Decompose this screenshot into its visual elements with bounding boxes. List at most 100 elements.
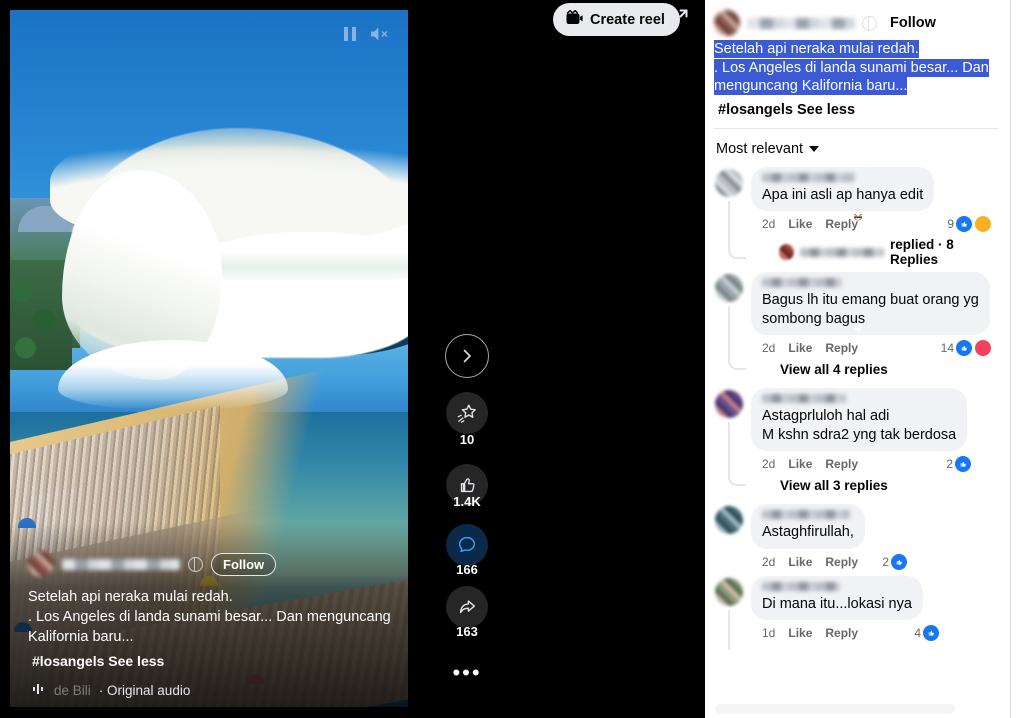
video-author-row[interactable]: Follow [28, 551, 277, 577]
comment-like-action[interactable]: Like [788, 555, 812, 569]
comment-bubble: Apa ini asli ap hanya edit [751, 166, 935, 211]
reaction-count: 2 [946, 457, 953, 471]
video-caption: Setelah api neraka mulai redah. . Los An… [28, 587, 392, 647]
comment-like-action[interactable]: Like [788, 626, 812, 640]
post-hashtag-seeless[interactable]: #losangels See less [705, 96, 1010, 128]
comment-bubble: Astaghfirullah, [751, 504, 865, 549]
panel-outer-margin [1011, 0, 1024, 718]
comment-count: 166 [456, 562, 478, 577]
comment-author-name [762, 394, 846, 403]
comment-placeholder-skeleton [715, 704, 955, 714]
expand-fullscreen-icon[interactable] [668, 7, 690, 29]
post-text-line-1: Setelah api neraka mulai redah. [714, 40, 919, 58]
reaction-love-icon [853, 323, 992, 357]
post-author-row[interactable]: Follow [705, 0, 1010, 36]
reaction-count: 2 [882, 554, 889, 569]
create-reel-button[interactable]: Create reel [553, 3, 680, 36]
speaker-muted-icon[interactable] [370, 26, 390, 42]
video-caption-line-2: . Los Angeles di landa sunami besar... D… [28, 609, 391, 625]
avatar[interactable] [715, 168, 743, 197]
share-button[interactable] [446, 586, 488, 628]
comment-time: 2d [762, 341, 776, 355]
follow-button[interactable]: Follow [211, 552, 277, 576]
reaction-summary[interactable]: 2 [882, 552, 1000, 571]
like-count: 1.4K [453, 494, 481, 509]
app-root: Follow Setelah api neraka mulai redah. .… [0, 0, 1024, 718]
comment-meta: 2d Like Reply 14 [751, 323, 1000, 357]
post-author-name [747, 17, 855, 29]
reaction-like-icon [890, 552, 908, 571]
comment-like-action[interactable]: Like [788, 217, 812, 231]
replied-count-label: replied · 8 Replies [890, 237, 954, 267]
comment-text: Apa ini asli ap hanya edit [762, 186, 924, 203]
view-all-replies-link[interactable]: View all 3 replies [751, 473, 1000, 499]
video-audio-row[interactable]: de Bili · Original audio [32, 682, 190, 699]
comment-replied-row[interactable]: replied · 8 Replies [751, 233, 1000, 267]
reaction-summary[interactable]: 14 [853, 323, 1000, 357]
comment-text: Astaghfirullah, [762, 524, 854, 540]
action-rail: 10 1.4K 166 163 ••• [432, 0, 502, 718]
reaction-like-icon [954, 455, 972, 473]
comment-reply-action[interactable]: Reply [825, 341, 858, 355]
comment-item: Astagprluloh hal adi M kshn sdra2 yng ta… [715, 388, 1000, 499]
thread-connector [728, 306, 746, 370]
comment-reply-action[interactable]: Reply [825, 555, 858, 569]
audio-author-name: de Bili [54, 683, 91, 698]
comment-bubble: Di mana itu...lokasi nya [751, 575, 923, 620]
thread-connector [728, 422, 746, 486]
globe-icon [188, 556, 203, 572]
comment-sort-dropdown[interactable]: Most relevant [705, 129, 1010, 167]
reaction-haha-icon [853, 213, 992, 233]
create-reel-label: Create reel [590, 11, 665, 28]
reaction-count: 14 [940, 341, 954, 355]
comment-meta: 1d Like Reply 4 [751, 620, 1000, 642]
post-text-selected[interactable]: Setelah api neraka mulai redah. . Los An… [705, 36, 1010, 96]
avatar[interactable] [715, 390, 743, 418]
reaction-like-icon [922, 624, 940, 642]
comment-meta: 2d Like Reply 2 [751, 549, 1000, 571]
comment-button[interactable] [446, 524, 488, 566]
comment-meta: 2d Like Reply 2 [751, 451, 1000, 473]
reaction-summary[interactable]: 9 [853, 213, 1000, 233]
comment-time: 1d [762, 626, 776, 640]
post-text-line-3: menguncang Kalifornia baru... [714, 77, 908, 95]
comment-reply-action[interactable]: Reply [825, 457, 858, 471]
thread-connector [728, 609, 746, 650]
comment-like-action[interactable]: Like [788, 341, 812, 355]
avatar[interactable] [715, 274, 743, 302]
video-caption-line-3: Kalifornia baru... [28, 629, 134, 645]
reaction-count: 4 [914, 626, 921, 640]
avatar[interactable] [28, 551, 54, 577]
comment-bubble: Astagprluloh hal adi M kshn sdra2 yng ta… [751, 388, 968, 451]
avatar[interactable] [715, 506, 743, 534]
video-stage: Follow Setelah api neraka mulai redah. .… [0, 0, 705, 718]
ellipsis-icon[interactable]: ••• [452, 662, 481, 684]
comment-text: M kshn sdra2 yng tak berdosa [762, 426, 957, 443]
video-player[interactable]: Follow Setelah api neraka mulai redah. .… [10, 10, 408, 707]
reaction-count: 9 [947, 217, 954, 231]
chevron-down-icon [809, 145, 820, 152]
video-hashtag-seeless[interactable]: #losangels See less [32, 653, 164, 669]
star-count: 10 [459, 432, 475, 447]
avatar[interactable] [715, 577, 743, 606]
comment-item: Apa ini asli ap hanya edit 2d Like Reply… [715, 166, 1000, 267]
reaction-summary[interactable]: 2 [946, 455, 1000, 473]
globe-icon [862, 15, 877, 31]
next-reel-button[interactable] [445, 334, 489, 378]
reaction-summary[interactable]: 4 [914, 624, 1000, 642]
video-controls[interactable] [343, 26, 390, 42]
follow-link[interactable]: Follow [890, 15, 936, 31]
video-caption-line-1: Setelah api neraka mulai redah. [28, 589, 233, 605]
comment-like-action[interactable]: Like [788, 457, 812, 471]
view-all-replies-link[interactable]: View all 4 replies [751, 357, 1000, 383]
comment-text: Astagprluloh hal adi [762, 408, 890, 424]
comment-reply-action[interactable]: Reply [825, 626, 858, 640]
comment-text: sombong bagus [762, 310, 866, 327]
comment-list: Apa ini asli ap hanya edit 2d Like Reply… [705, 166, 1010, 650]
audio-wave-icon [32, 682, 46, 699]
comment-author-name [762, 278, 842, 287]
comment-author-name [762, 172, 854, 182]
avatar[interactable] [714, 10, 740, 36]
star-shooting-icon-button[interactable] [446, 392, 488, 434]
pause-icon[interactable] [343, 26, 358, 42]
